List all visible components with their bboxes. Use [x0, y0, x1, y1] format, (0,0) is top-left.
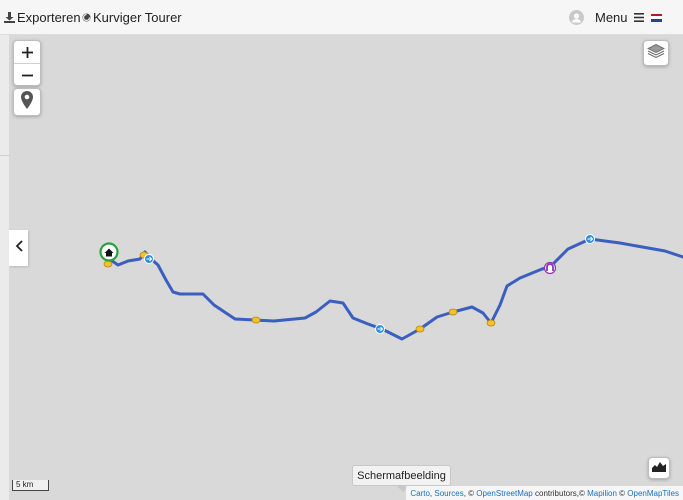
waypoint-marker[interactable]: [103, 260, 113, 268]
language-selector[interactable]: [651, 0, 662, 35]
route-line: [106, 237, 683, 341]
direction-marker[interactable]: [144, 254, 154, 264]
attribution-link-mapilion[interactable]: Mapilion: [587, 489, 617, 498]
attribution-link-carto[interactable]: Carto: [410, 489, 430, 498]
tunnel-marker[interactable]: [543, 261, 557, 275]
collapse-sidebar-button[interactable]: [9, 230, 28, 266]
menu-label: Menu: [595, 10, 628, 25]
top-bar: Exporteren Kurviger Tourer Menu: [0, 0, 683, 35]
app-title: Kurviger Tourer: [93, 10, 182, 25]
attribution-separator: ©: [616, 488, 628, 498]
route-layer: [99, 234, 683, 341]
attribution-link-openmaptiles[interactable]: OpenMapTiles: [627, 489, 679, 498]
attribution-separator: , ©: [463, 488, 477, 498]
plus-icon: [21, 43, 33, 62]
map-scale-bar: 5 km: [12, 480, 49, 491]
zoom-control: [13, 40, 41, 86]
start-home-marker[interactable]: [99, 242, 119, 262]
kurviger-logo-icon: [82, 13, 91, 22]
waypoint-marker[interactable]: [486, 319, 496, 327]
layers-icon: [647, 43, 665, 64]
user-avatar[interactable]: [569, 0, 584, 35]
export-button[interactable]: Exporteren: [4, 0, 81, 35]
map-canvas[interactable]: 5 km Schermafbeelding Carto , Sources , …: [0, 35, 683, 500]
map-pin-icon: [21, 90, 33, 114]
screenshot-tooltip: Schermafbeelding: [352, 465, 451, 486]
menu-button[interactable]: Menu: [595, 0, 644, 35]
scale-label: 5 km: [16, 480, 34, 489]
nl-flag-icon: [651, 13, 662, 22]
map-attribution: Carto , Sources , © OpenStreetMap contri…: [406, 486, 683, 500]
elevation-profile-button[interactable]: [648, 457, 670, 479]
user-avatar-icon: [569, 10, 584, 25]
hamburger-menu-icon: [633, 13, 644, 22]
attribution-link-sources[interactable]: Sources: [434, 489, 463, 498]
attribution-link-osm[interactable]: OpenStreetMap: [476, 489, 532, 498]
waypoint-marker[interactable]: [251, 316, 261, 324]
layers-button[interactable]: [643, 40, 669, 66]
direction-marker[interactable]: [585, 234, 595, 244]
tooltip-text: Schermafbeelding: [357, 469, 446, 482]
elevation-profile-icon: [652, 459, 666, 477]
chevron-left-icon: [15, 239, 23, 257]
waypoint-marker[interactable]: [448, 308, 458, 316]
attribution-text: contributors,©: [532, 488, 588, 498]
locate-button[interactable]: [13, 88, 41, 116]
zoom-in-button[interactable]: [14, 41, 40, 64]
download-icon: [4, 12, 15, 23]
waypoint-marker[interactable]: [415, 325, 425, 333]
export-label: Exporteren: [17, 10, 81, 25]
minus-icon: [21, 66, 33, 85]
zoom-out-button[interactable]: [14, 64, 40, 86]
direction-marker[interactable]: [375, 324, 385, 334]
app-title-link[interactable]: Kurviger Tourer: [82, 0, 182, 35]
